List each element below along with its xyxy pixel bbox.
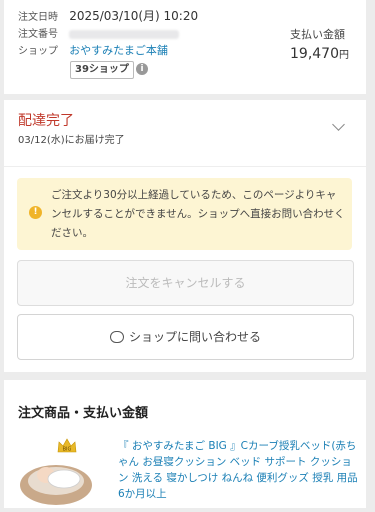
delivery-status-title: 配達完了 (18, 113, 74, 129)
product-image[interactable] (18, 445, 94, 508)
product-title-link[interactable]: 『 おやすみたまご BIG 』Cカーブ授乳ベッド(赤ちゃん お昼寝クッション ベ… (118, 438, 358, 502)
section-separator (4, 372, 366, 380)
cancel-notice-box: ! ご注文より30分以上経過しているため、このページよりキャンセルすることができ… (17, 178, 352, 250)
contact-shop-button[interactable]: ショップに問い合わせる (17, 314, 354, 360)
warning-icon: ! (29, 206, 42, 219)
chevron-down-icon[interactable] (332, 118, 345, 131)
cancel-order-label: 注文をキャンセルする (125, 276, 246, 290)
cancel-order-button[interactable]: 注文をキャンセルする (17, 260, 354, 306)
shop-label: ショップ (18, 46, 58, 57)
order-number-row: 注文番号 (18, 25, 180, 40)
shop-39-badge: 39ショップ (70, 61, 134, 79)
order-summary-card: 注文日時 2025/03/10(月) 10:20 注文番号 ショップ おやすみた… (4, 0, 366, 94)
order-status-card: 配達完了 03/12(水)にお届け完了 ! ご注文より30分以上経過しているため… (4, 100, 366, 508)
delivery-date: 03/12(水)にお届け完了 (18, 135, 125, 146)
section-title: 注文商品・支払い金額 (18, 406, 149, 421)
order-number-redacted (69, 29, 180, 39)
shop-row: ショップ おやすみたまご本舗 (18, 42, 168, 58)
order-date-value: 2025/03/10(月) 10:20 (69, 9, 199, 23)
crown-badge-text: BIG (63, 447, 72, 453)
payment-label: 支払い金額 (290, 28, 345, 41)
payment-amount-value: 19,470 (290, 46, 339, 62)
order-date-row: 注文日時 2025/03/10(月) 10:20 (18, 7, 198, 24)
cancel-notice-text: ご注文より30分以上経過しているため、このページよりキャンセルすることができませ… (51, 189, 345, 239)
crown-badge-icon: BIG (57, 438, 77, 453)
shop-name-link[interactable]: おやすみたまご本舗 (69, 44, 168, 57)
info-icon[interactable]: i (136, 63, 148, 75)
divider (4, 166, 366, 167)
chat-icon (109, 330, 124, 343)
order-date-label: 注文日時 (18, 12, 58, 23)
order-number-label: 注文番号 (18, 29, 58, 40)
contact-shop-label: ショップに問い合わせる (128, 330, 261, 344)
payment-amount: 19,470円 (290, 46, 349, 62)
payment-unit: 円 (339, 50, 349, 61)
